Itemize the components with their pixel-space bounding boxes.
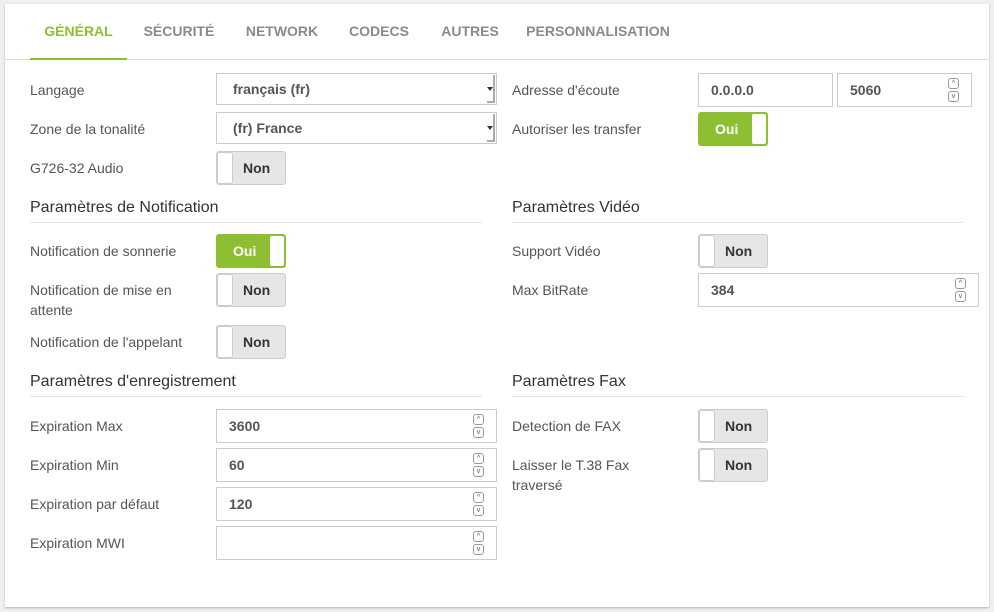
spin-up-icon[interactable]: ^ xyxy=(473,453,484,464)
listen-ip-input[interactable]: 0.0.0.0 xyxy=(698,73,833,107)
toggle-knob xyxy=(217,326,233,358)
spin-up-icon[interactable]: ^ xyxy=(473,414,484,425)
exp-default-spinner[interactable]: ^ v xyxy=(473,492,484,516)
language-label: Langage xyxy=(30,82,85,98)
max-bitrate-value: 384 xyxy=(711,282,735,298)
tab-security[interactable]: SÉCURITÉ xyxy=(135,4,223,59)
toggle-knob xyxy=(699,235,715,267)
tab-bar: GÉNÉRAL SÉCURITÉ NETWORK CODECS AUTRES P… xyxy=(5,4,989,60)
g726-label: G726-32 Audio xyxy=(30,160,124,176)
ring-notification-toggle[interactable]: Oui xyxy=(216,234,286,268)
fax-detection-toggle[interactable]: Non xyxy=(698,409,768,443)
caller-notification-toggle-text: Non xyxy=(243,334,271,350)
toggle-knob xyxy=(699,449,715,481)
fax-section-title: Paramètres Fax xyxy=(512,372,964,397)
exp-mwi-spinner[interactable]: ^ v xyxy=(473,531,484,555)
t38-toggle-text: Non xyxy=(725,457,753,473)
allow-transfer-label: Autoriser les transfer xyxy=(512,121,642,137)
toggle-knob xyxy=(699,410,715,442)
allow-transfer-toggle-text: Oui xyxy=(715,121,739,137)
spin-down-icon[interactable]: v xyxy=(473,466,484,477)
exp-max-spinner[interactable]: ^ v xyxy=(473,414,484,438)
g726-toggle-text: Non xyxy=(243,160,271,176)
max-bitrate-label: Max BitRate xyxy=(512,282,589,298)
notification-section-title: Paramètres de Notification xyxy=(30,198,482,223)
toggle-knob xyxy=(751,113,767,145)
listen-address-label: Adresse d'écoute xyxy=(512,82,620,98)
fax-detection-label: Detection de FAX xyxy=(512,418,621,434)
t38-label: Laisser le T.38 Fax traversé xyxy=(512,457,630,493)
exp-mwi-label: Expiration MWI xyxy=(30,535,125,551)
max-bitrate-input[interactable]: 384 ^ v xyxy=(698,273,979,307)
spin-down-icon[interactable]: v xyxy=(948,91,959,102)
toggle-knob xyxy=(217,152,233,184)
hold-notification-label: Notification de mise en attente xyxy=(30,282,172,318)
exp-max-value: 3600 xyxy=(229,418,261,434)
language-select[interactable]: français (fr) xyxy=(216,73,497,105)
allow-transfer-toggle[interactable]: Oui xyxy=(698,112,768,146)
hold-notification-toggle-text: Non xyxy=(243,282,271,298)
toggle-knob xyxy=(217,274,233,306)
listen-ip-value: 0.0.0.0 xyxy=(711,82,754,98)
spin-up-icon[interactable]: ^ xyxy=(473,492,484,503)
exp-max-input[interactable]: 3600 ^ v xyxy=(216,409,497,443)
spin-down-icon[interactable]: v xyxy=(473,505,484,516)
spin-up-icon[interactable]: ^ xyxy=(473,531,484,542)
tone-zone-value: (fr) France xyxy=(233,120,303,136)
g726-toggle[interactable]: Non xyxy=(216,151,286,185)
settings-panel: GÉNÉRAL SÉCURITÉ NETWORK CODECS AUTRES P… xyxy=(5,4,989,607)
spin-up-icon[interactable]: ^ xyxy=(955,278,966,289)
spin-up-icon[interactable]: ^ xyxy=(948,78,959,89)
exp-min-spinner[interactable]: ^ v xyxy=(473,453,484,477)
chevron-down-icon xyxy=(487,75,495,103)
exp-default-label: Expiration par défaut xyxy=(30,496,160,512)
ring-notification-label: Notification de sonnerie xyxy=(30,243,177,259)
spin-down-icon[interactable]: v xyxy=(955,291,966,302)
exp-min-input[interactable]: 60 ^ v xyxy=(216,448,497,482)
tab-customization[interactable]: PERSONNALISATION xyxy=(523,4,673,59)
exp-mwi-input[interactable]: ^ v xyxy=(216,526,497,560)
ring-notification-toggle-text: Oui xyxy=(233,243,257,259)
fax-detection-toggle-text: Non xyxy=(725,418,753,434)
caller-notification-label: Notification de l'appelant xyxy=(30,334,183,350)
video-support-label: Support Vidéo xyxy=(512,243,601,259)
bitrate-spinner[interactable]: ^ v xyxy=(955,278,966,302)
chevron-down-icon xyxy=(487,114,495,142)
t38-toggle[interactable]: Non xyxy=(698,448,768,482)
caller-notification-toggle[interactable]: Non xyxy=(216,325,286,359)
exp-default-value: 120 xyxy=(229,496,253,512)
spin-down-icon[interactable]: v xyxy=(473,427,484,438)
exp-default-input[interactable]: 120 ^ v xyxy=(216,487,497,521)
exp-min-value: 60 xyxy=(229,457,245,473)
tab-general[interactable]: GÉNÉRAL xyxy=(30,4,127,60)
exp-min-label: Expiration Min xyxy=(30,457,119,473)
tab-network[interactable]: NETWORK xyxy=(237,4,327,59)
video-section-title: Paramètres Vidéo xyxy=(512,198,964,223)
video-support-toggle-text: Non xyxy=(725,243,753,259)
listen-port-value: 5060 xyxy=(850,82,882,98)
listen-port-input[interactable]: 5060 ^ v xyxy=(837,73,972,107)
hold-notification-toggle[interactable]: Non xyxy=(216,273,286,307)
tone-zone-select[interactable]: (fr) France xyxy=(216,112,497,144)
tab-others[interactable]: AUTRES xyxy=(433,4,507,59)
spin-down-icon[interactable]: v xyxy=(473,544,484,555)
toggle-knob xyxy=(269,235,285,267)
video-support-toggle[interactable]: Non xyxy=(698,234,768,268)
port-spinner[interactable]: ^ v xyxy=(948,78,959,102)
language-value: français (fr) xyxy=(233,81,311,97)
tone-zone-label: Zone de la tonalité xyxy=(30,121,146,137)
registration-section-title: Paramètres d'enregistrement xyxy=(30,372,482,397)
tab-codecs[interactable]: CODECS xyxy=(342,4,416,59)
exp-max-label: Expiration Max xyxy=(30,418,123,434)
